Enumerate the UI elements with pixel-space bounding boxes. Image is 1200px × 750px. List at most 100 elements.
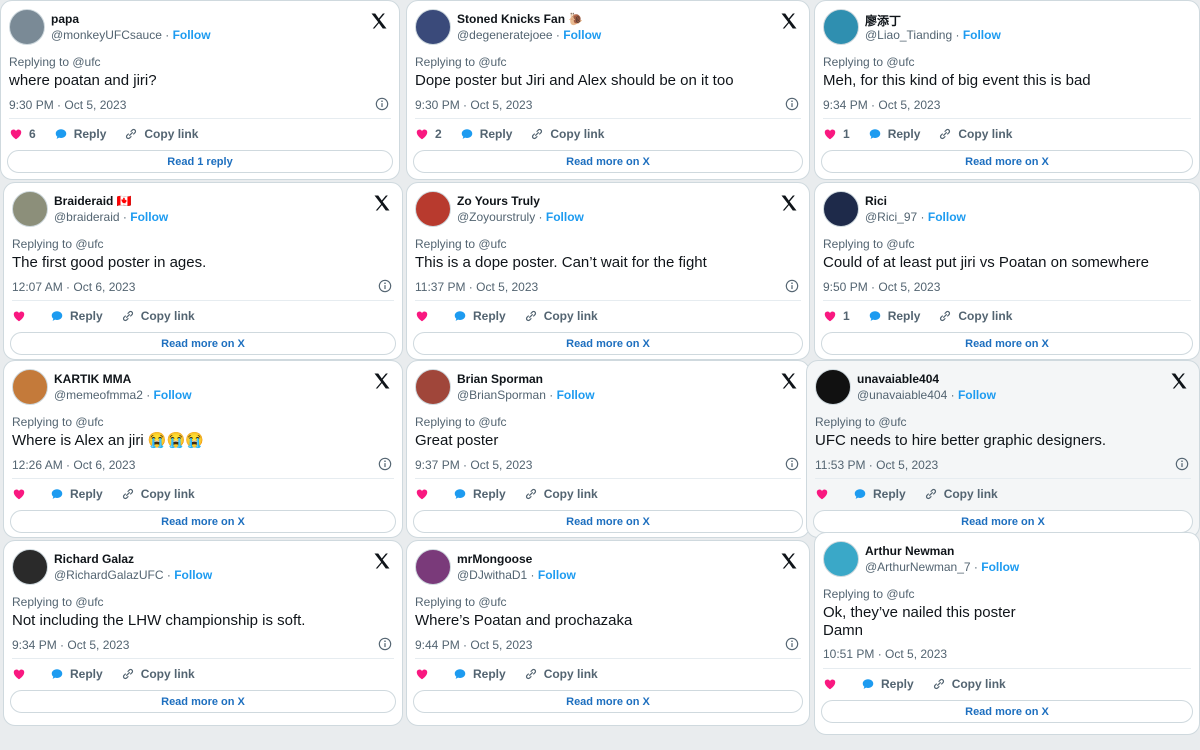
avatar[interactable] xyxy=(823,191,859,227)
timestamp[interactable]: 9:50 PM · Oct 5, 2023 xyxy=(823,280,940,294)
x-logo-icon[interactable] xyxy=(369,11,389,31)
like-button[interactable]: 1 xyxy=(823,127,850,141)
copy-link-button[interactable]: Copy link xyxy=(121,667,195,681)
copy-link-button[interactable]: Copy link xyxy=(924,487,998,501)
reply-button[interactable]: Reply xyxy=(453,487,506,501)
copy-link-button[interactable]: Copy link xyxy=(121,487,195,501)
like-button[interactable] xyxy=(12,309,32,323)
timestamp[interactable]: 9:37 PM · Oct 5, 2023 xyxy=(415,458,532,472)
author-handle[interactable]: @Liao_Tianding xyxy=(865,28,952,42)
x-logo-icon[interactable] xyxy=(1169,371,1189,391)
tweet-card[interactable]: Zo Yours Truly @Zoyourstruly · Follow Re… xyxy=(406,182,810,360)
reply-button[interactable]: Reply xyxy=(861,677,914,691)
avatar[interactable] xyxy=(415,191,451,227)
info-icon[interactable] xyxy=(375,97,389,111)
reply-button[interactable]: Reply xyxy=(50,667,103,681)
timestamp[interactable]: 11:37 PM · Oct 5, 2023 xyxy=(415,280,538,294)
author-name[interactable]: papa xyxy=(51,12,79,26)
copy-link-button[interactable]: Copy link xyxy=(938,309,1012,323)
avatar[interactable] xyxy=(9,9,45,45)
like-button[interactable] xyxy=(12,487,32,501)
author-handle[interactable]: @BrianSporman xyxy=(457,388,546,402)
tweet-card[interactable]: Stoned Knicks Fan 🐌 @degeneratejoee · Fo… xyxy=(406,0,810,180)
read-more-button[interactable]: Read more on X xyxy=(413,150,803,173)
follow-link[interactable]: Follow xyxy=(154,388,192,402)
author-name[interactable]: mrMongoose xyxy=(457,552,532,566)
x-logo-icon[interactable] xyxy=(372,371,392,391)
avatar[interactable] xyxy=(415,549,451,585)
avatar[interactable] xyxy=(415,9,451,45)
avatar[interactable] xyxy=(823,541,859,577)
x-logo-icon[interactable] xyxy=(779,11,799,31)
avatar[interactable] xyxy=(823,9,859,45)
tweet-card[interactable]: mrMongoose @DJwithaD1 · Follow Replying … xyxy=(406,540,810,726)
timestamp[interactable]: 9:34 PM · Oct 5, 2023 xyxy=(12,638,129,652)
author-handle[interactable]: @braideraid xyxy=(54,210,120,224)
copy-link-button[interactable]: Copy link xyxy=(121,309,195,323)
info-icon[interactable] xyxy=(378,457,392,471)
x-logo-icon[interactable] xyxy=(779,551,799,571)
info-icon[interactable] xyxy=(785,457,799,471)
avatar[interactable] xyxy=(415,369,451,405)
like-button[interactable] xyxy=(12,667,32,681)
author-handle[interactable]: @memeofmma2 xyxy=(54,388,143,402)
author-handle[interactable]: @Zoyourstruly xyxy=(457,210,535,224)
copy-link-button[interactable]: Copy link xyxy=(524,309,598,323)
author-handle[interactable]: @DJwithaD1 xyxy=(457,568,527,582)
reply-button[interactable]: Reply xyxy=(868,127,920,141)
author-name[interactable]: Zo Yours Truly xyxy=(457,194,540,208)
tweet-card[interactable]: Richard Galaz @RichardGalazUFC · Follow … xyxy=(3,540,403,726)
author-name[interactable]: Braideraid 🇨🇦 xyxy=(54,194,132,208)
avatar[interactable] xyxy=(12,369,48,405)
follow-link[interactable]: Follow xyxy=(563,28,601,42)
info-icon[interactable] xyxy=(785,279,799,293)
author-handle[interactable]: @degeneratejoee xyxy=(457,28,553,42)
reply-button[interactable]: Reply xyxy=(868,309,920,323)
read-more-button[interactable]: Read more on X xyxy=(821,700,1193,723)
copy-link-button[interactable]: Copy link xyxy=(932,677,1006,691)
read-more-button[interactable]: Read more on X xyxy=(413,510,803,533)
read-more-button[interactable]: Read more on X xyxy=(821,332,1193,355)
follow-link[interactable]: Follow xyxy=(963,28,1001,42)
author-handle[interactable]: @ArthurNewman_7 xyxy=(865,560,971,574)
like-button[interactable]: 2 xyxy=(415,127,442,141)
x-logo-icon[interactable] xyxy=(372,551,392,571)
author-name[interactable]: Richard Galaz xyxy=(54,552,134,566)
like-button[interactable] xyxy=(815,487,835,501)
tweet-card[interactable]: Arthur Newman @ArthurNewman_7 · Follow R… xyxy=(814,532,1200,735)
timestamp[interactable]: 12:07 AM · Oct 6, 2023 xyxy=(12,280,135,294)
author-name[interactable]: unavaiable404 xyxy=(857,372,939,386)
follow-link[interactable]: Follow xyxy=(928,210,966,224)
info-icon[interactable] xyxy=(785,637,799,651)
copy-link-button[interactable]: Copy link xyxy=(524,487,598,501)
author-handle[interactable]: @monkeyUFCsauce xyxy=(51,28,162,42)
author-name[interactable]: 廖添丁 xyxy=(865,12,901,29)
timestamp[interactable]: 9:44 PM · Oct 5, 2023 xyxy=(415,638,532,652)
info-icon[interactable] xyxy=(378,279,392,293)
info-icon[interactable] xyxy=(378,637,392,651)
info-icon[interactable] xyxy=(1175,457,1189,471)
author-name[interactable]: Brian Sporman xyxy=(457,372,543,386)
tweet-card[interactable]: papa @monkeyUFCsauce · Follow Replying t… xyxy=(0,0,400,180)
reply-button[interactable]: Reply xyxy=(453,667,506,681)
x-logo-icon[interactable] xyxy=(779,371,799,391)
avatar[interactable] xyxy=(815,369,851,405)
info-icon[interactable] xyxy=(785,97,799,111)
like-button[interactable]: 6 xyxy=(9,127,36,141)
like-button[interactable] xyxy=(415,487,435,501)
read-more-button[interactable]: Read 1 reply xyxy=(7,150,393,173)
follow-link[interactable]: Follow xyxy=(538,568,576,582)
avatar[interactable] xyxy=(12,549,48,585)
timestamp[interactable]: 9:34 PM · Oct 5, 2023 xyxy=(823,98,940,112)
author-name[interactable]: Stoned Knicks Fan 🐌 xyxy=(457,12,583,26)
x-logo-icon[interactable] xyxy=(372,193,392,213)
follow-link[interactable]: Follow xyxy=(981,560,1019,574)
follow-link[interactable]: Follow xyxy=(174,568,212,582)
author-name[interactable]: Arthur Newman xyxy=(865,544,954,558)
avatar[interactable] xyxy=(12,191,48,227)
tweet-card[interactable]: KARTIK MMA @memeofmma2 · Follow Replying… xyxy=(3,360,403,538)
follow-link[interactable]: Follow xyxy=(130,210,168,224)
like-button[interactable]: 1 xyxy=(823,309,850,323)
author-name[interactable]: Rici xyxy=(865,194,887,208)
copy-link-button[interactable]: Copy link xyxy=(938,127,1012,141)
